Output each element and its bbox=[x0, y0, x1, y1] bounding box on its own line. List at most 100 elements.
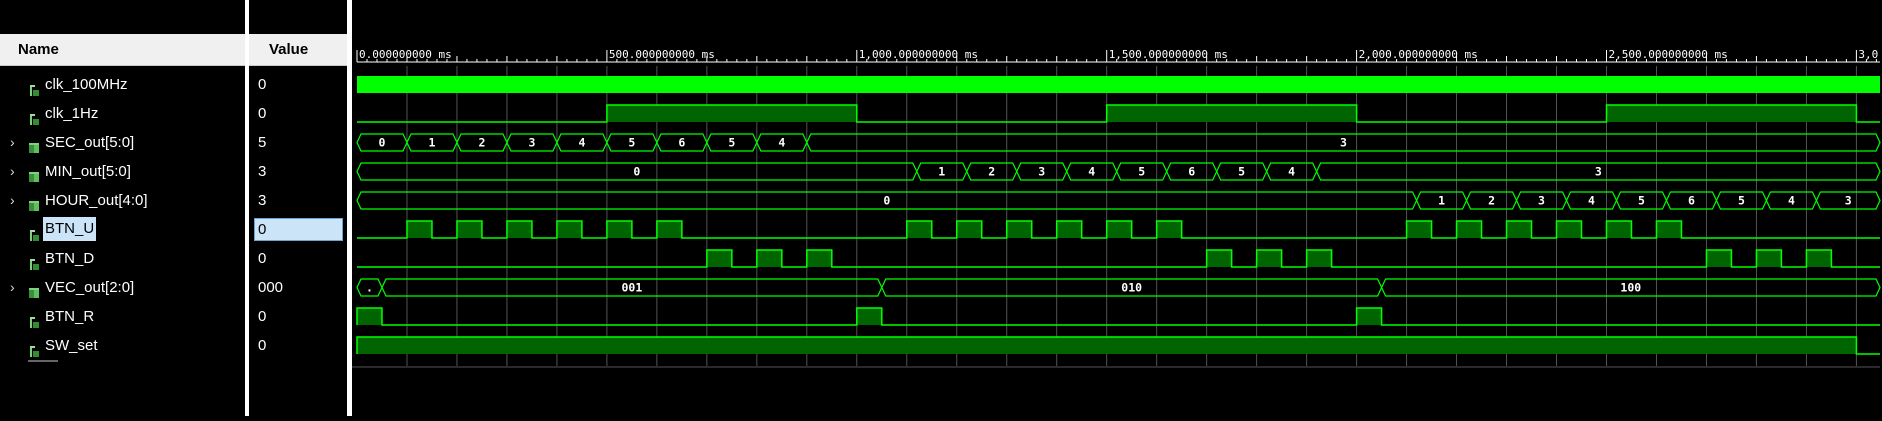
signal-name-panel: Name clk_100MHz clk_1Hz › SEC_out[5:0] › MIN_… bbox=[0, 0, 245, 416]
signal-value-row[interactable]: 3 bbox=[249, 186, 347, 215]
sec-out-segment-label: 2 bbox=[478, 136, 485, 150]
sec-out-segment-label: 5 bbox=[728, 136, 735, 150]
signal-row[interactable]: clk_100MHz bbox=[0, 70, 245, 99]
btn-d-high bbox=[706, 250, 732, 267]
btn-u-high bbox=[1506, 221, 1532, 238]
bit-signal-icon bbox=[28, 223, 40, 241]
btn-d-high bbox=[806, 250, 832, 267]
bit-signal-icon bbox=[28, 252, 40, 270]
hour-out-segment-label: 6 bbox=[1688, 194, 1695, 208]
signal-row[interactable]: BTN_R bbox=[0, 302, 245, 331]
btn-u-high bbox=[1606, 221, 1632, 238]
sec-out-segment-label: 0 bbox=[379, 136, 386, 150]
hour-out-segment-label: 4 bbox=[1788, 194, 1795, 208]
hour-out-segment-label: 3 bbox=[1538, 194, 1545, 208]
signal-value: 5 bbox=[258, 134, 267, 151]
signal-value: 0 bbox=[258, 105, 267, 122]
signal-value-row[interactable]: 0 bbox=[249, 70, 347, 99]
btn-r-high bbox=[856, 308, 882, 325]
bit-signal-icon bbox=[28, 78, 40, 96]
btn-u-high bbox=[1156, 221, 1182, 238]
btn-u-high bbox=[456, 221, 482, 238]
signal-value-row[interactable]: 5 bbox=[249, 128, 347, 157]
signal-value: 3 bbox=[258, 163, 267, 180]
signal-name[interactable]: MIN_out[5:0] bbox=[45, 157, 131, 186]
signal-name[interactable]: VEC_out[2:0] bbox=[45, 273, 134, 302]
vec-out-segment-label: 100 bbox=[1620, 281, 1641, 295]
signal-row[interactable]: › MIN_out[5:0] bbox=[0, 157, 245, 186]
signal-name[interactable]: BTN_R bbox=[45, 302, 94, 331]
sec-out-segment-label: 6 bbox=[678, 136, 685, 150]
min-out-segment-label: 5 bbox=[1138, 165, 1145, 179]
sec-out-segment-label: 5 bbox=[628, 136, 635, 150]
btn-d-high bbox=[1756, 250, 1782, 267]
signal-name[interactable]: SEC_out[5:0] bbox=[45, 128, 134, 157]
signal-value-row[interactable]: 000 bbox=[249, 273, 347, 302]
clk-100mhz-wave bbox=[357, 76, 1880, 93]
min-out-segment-label: 5 bbox=[1238, 165, 1245, 179]
signal-row[interactable]: BTN_D bbox=[0, 244, 245, 273]
btn-r-high bbox=[357, 308, 382, 325]
signal-row[interactable]: SW_set bbox=[0, 331, 245, 360]
value-column-header[interactable]: Value bbox=[249, 34, 347, 66]
vec-out-segment-label: 001 bbox=[621, 281, 642, 295]
btn-u-high bbox=[1106, 221, 1132, 238]
signal-name[interactable]: BTN_U bbox=[43, 217, 97, 241]
clk-1hz-high bbox=[1106, 105, 1357, 122]
btn-r-wave bbox=[356, 307, 1880, 326]
value-panel-top bbox=[249, 0, 347, 34]
btn-d-high bbox=[756, 250, 782, 267]
bit-signal-icon bbox=[28, 107, 40, 125]
signal-value: 0 bbox=[258, 308, 267, 325]
bit-signal-icon bbox=[28, 339, 40, 357]
signal-value-row[interactable]: 3 bbox=[249, 157, 347, 186]
signal-value[interactable]: 0 bbox=[254, 218, 343, 241]
min-out-segment-label: 4 bbox=[1288, 165, 1295, 179]
signal-value-row[interactable]: 0 bbox=[249, 244, 347, 273]
expand-chevron-icon[interactable]: › bbox=[10, 186, 15, 215]
expand-chevron-icon[interactable]: › bbox=[10, 157, 15, 186]
waveform-viewer[interactable]: 0.000000000 ms 500.000000000 ms 1,000.0000… bbox=[352, 0, 1882, 416]
signal-row[interactable]: BTN_U bbox=[0, 215, 245, 244]
signal-value: 000 bbox=[258, 279, 284, 296]
bus-signal-icon bbox=[28, 165, 40, 182]
signal-value-row[interactable]: 0 bbox=[249, 331, 347, 360]
sw-set-high bbox=[357, 337, 1857, 354]
sec-out-segment-label: 4 bbox=[778, 136, 785, 150]
sec-out-segment-label: 4 bbox=[578, 136, 585, 150]
bit-signal-icon bbox=[28, 310, 40, 328]
hour-out-segment-label: 3 bbox=[1845, 194, 1852, 208]
hour-out-segment-label: 0 bbox=[883, 194, 890, 208]
ruler-label: 500.000000000 ms bbox=[609, 48, 715, 61]
signal-row[interactable]: › VEC_out[2:0] bbox=[0, 273, 245, 302]
min-out-segment-label: 2 bbox=[988, 165, 995, 179]
btn-u-high bbox=[1656, 221, 1682, 238]
hour-out-segment-label: 5 bbox=[1738, 194, 1745, 208]
min-out-segment-label: 4 bbox=[1088, 165, 1095, 179]
signal-row[interactable]: › HOUR_out[4:0] bbox=[0, 186, 245, 215]
signal-value-row[interactable]: 0 bbox=[249, 302, 347, 331]
ruler-label: 2,500.000000000 ms bbox=[1609, 48, 1728, 61]
signal-name[interactable]: SW_set bbox=[45, 331, 98, 360]
sec-out-segment-label: 3 bbox=[1340, 136, 1347, 150]
btn-u-high bbox=[1056, 221, 1082, 238]
btn-u-high bbox=[1556, 221, 1582, 238]
signal-name[interactable]: HOUR_out[4:0] bbox=[45, 186, 148, 215]
clk-1hz-high bbox=[606, 105, 857, 122]
expand-chevron-icon[interactable]: › bbox=[10, 273, 15, 302]
name-column-header[interactable]: Name bbox=[0, 34, 245, 66]
signal-value-row[interactable]: 0 bbox=[249, 215, 347, 244]
btn-u-high bbox=[406, 221, 432, 238]
btn-u-high bbox=[1406, 221, 1432, 238]
signal-value-row[interactable]: 0 bbox=[249, 99, 347, 128]
sec-out-segment-label: 3 bbox=[528, 136, 535, 150]
signal-name[interactable]: BTN_D bbox=[45, 244, 94, 273]
signal-name[interactable]: clk_1Hz bbox=[45, 99, 98, 128]
min-out-segment-label: 3 bbox=[1595, 165, 1602, 179]
signal-name[interactable]: clk_100MHz bbox=[45, 70, 128, 99]
signal-row[interactable]: › SEC_out[5:0] bbox=[0, 128, 245, 157]
bus-signal-icon bbox=[28, 194, 40, 211]
signal-row[interactable]: clk_1Hz bbox=[0, 99, 245, 128]
waveform-canvas[interactable]: 0.000000000 ms 500.000000000 ms 1,000.0000… bbox=[352, 0, 1882, 416]
expand-chevron-icon[interactable]: › bbox=[10, 128, 15, 157]
